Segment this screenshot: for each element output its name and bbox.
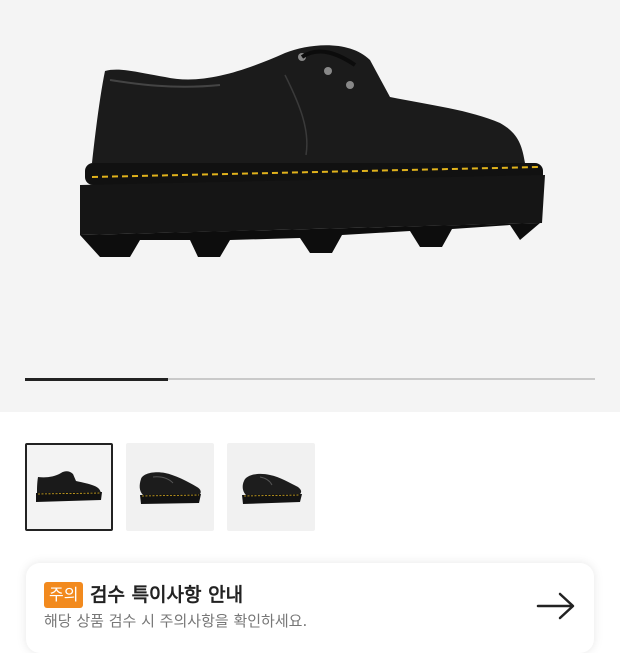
thumbnail-2[interactable] <box>126 443 214 531</box>
gallery-progress-fill <box>25 377 168 381</box>
notice-description: 해당 상품 검수 시 주의사항을 확인하세요. <box>44 612 308 630</box>
gallery-progress-bar <box>25 377 595 381</box>
thumbnail-3[interactable] <box>227 443 315 531</box>
arrow-right-icon[interactable] <box>536 591 576 621</box>
caution-badge: 주의 <box>44 582 84 608</box>
inspection-notice-card[interactable]: 주의 검수 특이사항 안내 해당 상품 검수 시 주의사항을 확인하세요. <box>26 563 594 653</box>
thumbnail-list <box>25 443 315 531</box>
shoe-thumbnail-icon <box>242 473 302 504</box>
thumbnail-1[interactable] <box>25 443 113 531</box>
notice-title: 검수 특이사항 안내 <box>90 584 244 606</box>
shoe-thumbnail-icon <box>139 472 201 504</box>
shoe-thumbnail-icon <box>36 471 102 502</box>
product-shoe-image <box>80 45 545 257</box>
product-image-area[interactable] <box>0 0 620 412</box>
